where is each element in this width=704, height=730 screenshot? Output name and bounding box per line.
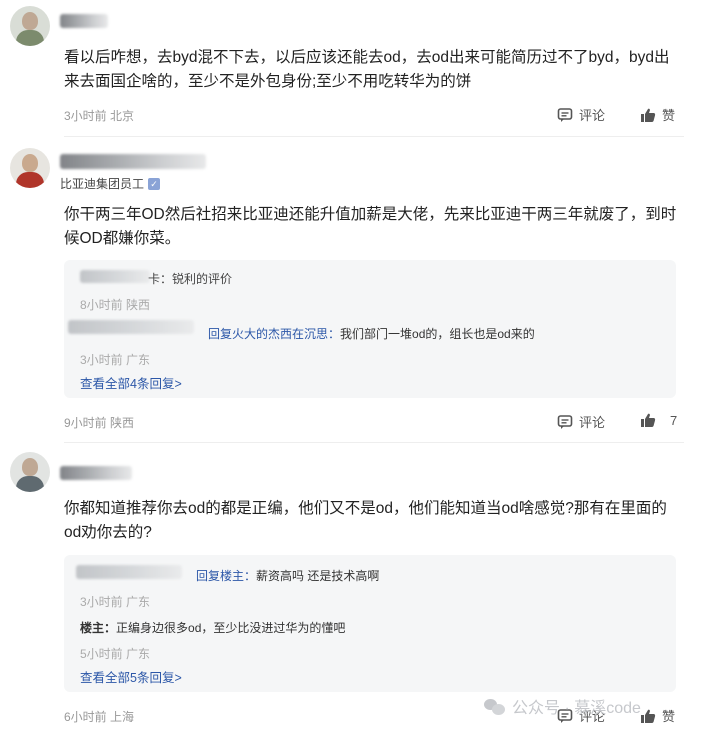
watermark-text: 公众号 · 慕溪code xyxy=(512,700,641,717)
comment-button[interactable]: 评论 xyxy=(557,105,605,124)
comment-icon xyxy=(557,414,573,429)
comment-meta: 9小时前 陕西 xyxy=(64,416,135,430)
comment-text: 你都知道推荐你去od的都是正编，他们又不是od，他们能知道当od啥感觉?那有在里… xyxy=(64,500,667,541)
comment-text: 你干两三年OD然后社招来比亚迪还能升值加薪是大佬，先来比亚迪干两三年就废了，到时… xyxy=(64,206,677,247)
avatar[interactable] xyxy=(10,452,50,492)
reply-meta: 3小时前 广东 xyxy=(80,595,151,609)
reply-text: 回复楼主：薪资高吗 还是技术高啊 xyxy=(196,567,379,584)
view-all-replies-link[interactable]: 查看全部4条回复> xyxy=(80,373,182,392)
blurred-username[interactable] xyxy=(68,320,194,334)
reply-content: 薪资高吗 还是技术高啊 xyxy=(256,569,380,583)
comment-icon xyxy=(557,107,573,122)
comment-meta: 6小时前 上海 xyxy=(64,710,135,724)
divider xyxy=(64,136,684,137)
reply-content: 正编身边很多od，至少比没进过华为的懂吧 xyxy=(116,621,346,635)
like-label: 赞 xyxy=(662,709,676,724)
view-all-replies-link[interactable]: 查看全部5条回复> xyxy=(80,667,182,686)
thumbs-up-icon xyxy=(641,108,656,122)
avatar[interactable] xyxy=(10,148,50,188)
badge-text: 比亚迪集团员工 xyxy=(60,177,145,191)
reply-text: 卡：锐利的评价 xyxy=(148,272,233,286)
comment-button[interactable]: 评论 xyxy=(557,412,605,431)
divider xyxy=(64,442,684,443)
reply-content: 我们部门一堆od的，组长也是od来的 xyxy=(340,327,535,341)
comment-text: 看以后咋想，去byd混不下去，以后应该还能去od，去od出来可能简历过不了byd… xyxy=(64,49,670,90)
like-label: 赞 xyxy=(662,108,676,123)
thumbs-up-icon xyxy=(641,709,656,723)
reply-text: 回复火大的杰西在沉思：我们部门一堆od的，组长也是od来的 xyxy=(208,325,535,342)
reply-author[interactable]: 楼主： xyxy=(80,621,116,635)
wechat-icon xyxy=(484,697,506,715)
blurred-username[interactable] xyxy=(76,565,182,579)
watermark: 公众号 · 慕溪code xyxy=(484,694,641,718)
like-button[interactable]: 赞 xyxy=(640,706,675,725)
comment-label: 评论 xyxy=(579,415,606,430)
avatar[interactable] xyxy=(10,6,50,46)
blurred-username[interactable] xyxy=(80,270,150,283)
reply-text: 楼主：正编身边很多od，至少比没进过华为的懂吧 xyxy=(80,619,345,636)
reply-meta: 5小时前 广东 xyxy=(80,647,151,661)
blurred-username[interactable] xyxy=(60,14,108,28)
reply-meta: 3小时前 广东 xyxy=(80,353,151,367)
like-count: 7 xyxy=(670,412,678,428)
verified-icon: ✓ xyxy=(148,177,161,190)
reply-box: 回复楼主：薪资高吗 还是技术高啊 3小时前 广东 楼主：正编身边很多od，至少比… xyxy=(64,555,676,692)
reply-to-link[interactable]: 回复楼主： xyxy=(196,569,256,583)
reply-to-link[interactable]: 回复火大的杰西在沉思： xyxy=(208,327,340,341)
blurred-username[interactable] xyxy=(60,154,206,169)
blurred-username[interactable] xyxy=(60,466,132,480)
reply-meta: 8小时前 陕西 xyxy=(80,298,151,312)
comment-meta: 3小时前 北京 xyxy=(64,109,135,123)
like-button[interactable]: 赞 xyxy=(640,105,675,124)
thumbs-up-icon xyxy=(641,413,656,427)
user-badge: 比亚迪集团员工 ✓ xyxy=(60,175,161,192)
like-button[interactable]: 7 xyxy=(640,412,677,428)
comment-label: 评论 xyxy=(579,108,606,123)
reply-box: 卡：锐利的评价 8小时前 陕西 回复火大的杰西在沉思：我们部门一堆od的，组长也… xyxy=(64,260,676,398)
